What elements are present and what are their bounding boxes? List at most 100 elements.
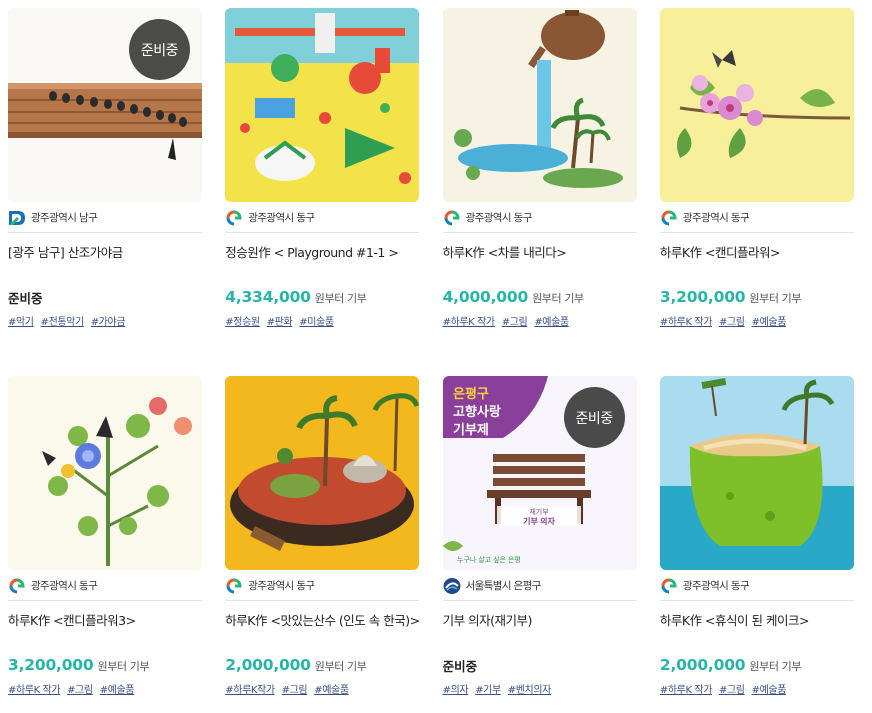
candy-flower-artwork-image <box>659 8 854 202</box>
poster-text-line1: 은평구 <box>453 386 489 401</box>
product-title[interactable]: 하루K作 <맛있는산수 (인도 속 한국)> <box>225 610 419 650</box>
product-title[interactable]: 정승원作 < Playground #1-1 > <box>225 242 419 282</box>
poster-caption-2: 기부 의자 <box>523 516 555 526</box>
product-card[interactable]: 광주광역시 동구 하루K作 <캔디플라워3> 3,200,000 원부터 기부 … <box>8 376 202 713</box>
product-grid: 준비중 광주광역시 남구 [광주 남구] 산조가야금 준비중 #악기 #전통악기… <box>8 8 856 713</box>
price-row: 2,000,000 원부터 기부 <box>225 656 419 678</box>
organization-row: 광주광역시 동구 <box>8 571 202 601</box>
donggu-logo-icon <box>226 577 243 594</box>
tag-list: #하루K 작가 #그림 #예술품 <box>443 313 637 328</box>
product-card[interactable]: 광주광역시 동구 하루K作 <차를 내리다> 4,000,000 원부터 기부 … <box>442 8 637 376</box>
donggu-logo-icon <box>9 577 25 594</box>
tag-link[interactable]: #전통악기 <box>41 313 85 328</box>
status-text: 준비중 <box>442 659 478 674</box>
product-title[interactable]: [광주 남구] 산조가야금 <box>8 242 202 282</box>
product-card[interactable]: 준비중 광주광역시 남구 [광주 남구] 산조가야금 준비중 #악기 #전통악기… <box>8 8 202 376</box>
playground-artwork-image <box>225 8 420 202</box>
organization-name: 광주광역시 동구 <box>248 212 315 224</box>
product-title[interactable]: 하루K作 <휴식이 된 케이크> <box>660 610 854 650</box>
organization-name: 서울특별시 은평구 <box>465 580 542 592</box>
tag-link[interactable]: #미술품 <box>299 313 334 328</box>
price-value: 2,000,000 <box>659 656 746 674</box>
tag-link[interactable]: #하루K 작가 <box>660 681 713 696</box>
tag-link[interactable]: #그림 <box>67 681 93 696</box>
tag-list: #정승원 #판화 #미술품 <box>225 313 419 328</box>
organization-name: 광주광역시 동구 <box>248 580 315 592</box>
tag-link[interactable]: #그림 <box>502 313 528 328</box>
product-card[interactable]: 광주광역시 동구 정승원作 < Playground #1-1 > 4,334,… <box>225 8 420 376</box>
donggu-logo-icon <box>226 209 243 226</box>
organization-name: 광주광역시 남구 <box>31 212 98 224</box>
tag-list: #의자 #기부 #벤치의자 <box>443 681 637 696</box>
eunpyeonggu-logo-icon <box>443 577 461 594</box>
poster-footer: 누구나 살고 싶은 은평 <box>457 555 521 564</box>
tag-link[interactable]: #그림 <box>282 681 308 696</box>
tag-link[interactable]: #예술품 <box>752 681 787 696</box>
price-row: 3,200,000 원부터 기부 <box>660 288 854 310</box>
poster-text-line3: 기부제 <box>453 422 489 437</box>
tag-link[interactable]: #그림 <box>719 681 745 696</box>
cake-rest-artwork-image <box>659 376 854 570</box>
price-value: 4,334,000 <box>225 288 311 306</box>
tag-link[interactable]: #그림 <box>719 313 745 328</box>
candy-flower-3-artwork-image <box>8 376 202 570</box>
delicious-landscape-artwork-image <box>225 376 420 570</box>
tag-list: #하루K 작가 #그림 #예술품 <box>660 681 854 696</box>
tag-link[interactable]: #악기 <box>8 313 34 328</box>
price-row: 4,000,000 원부터 기부 <box>443 288 637 310</box>
tag-list: #하루K 작가 #그림 #예술품 <box>660 313 854 328</box>
product-card[interactable]: 광주광역시 동구 하루K作 <캔디플라워> 3,200,000 원부터 기부 #… <box>659 8 854 376</box>
product-image[interactable]: 준비중 <box>8 8 202 202</box>
tag-link[interactable]: #벤치의자 <box>508 681 552 696</box>
tag-link[interactable]: #하루K 작가 <box>8 681 61 696</box>
organization-row: 광주광역시 동구 <box>442 203 637 233</box>
tag-link[interactable]: #정승원 <box>225 313 260 328</box>
product-title[interactable]: 하루K作 <차를 내리다> <box>443 242 637 282</box>
organization-row: 광주광역시 동구 <box>659 203 854 233</box>
organization-name: 광주광역시 동구 <box>465 212 533 224</box>
product-image[interactable] <box>225 8 420 202</box>
product-card[interactable]: 광주광역시 동구 하루K作 <맛있는산수 (인도 속 한국)> 2,000,00… <box>225 376 420 713</box>
tag-link[interactable]: #예술품 <box>752 313 787 328</box>
price-value: 3,200,000 <box>8 656 94 674</box>
organization-row: 서울특별시 은평구 <box>442 571 637 601</box>
tag-link[interactable]: #의자 <box>443 681 469 696</box>
organization-row: 광주광역시 동구 <box>225 203 420 233</box>
tag-link[interactable]: #판화 <box>267 313 293 328</box>
tag-link[interactable]: #가야금 <box>91 313 126 328</box>
product-image[interactable]: 은평구 고향사랑 기부제 재기부 기부 의자 누구나 살고 싶은 은평 준비중 <box>442 376 637 570</box>
poster-text-line2: 고향사랑 <box>453 404 501 419</box>
product-image[interactable] <box>442 8 637 202</box>
price-suffix: 원부터 기부 <box>749 292 802 305</box>
product-title[interactable]: 하루K作 <캔디플라워3> <box>8 610 202 650</box>
donggu-logo-icon <box>660 209 677 226</box>
price-suffix: 원부터 기부 <box>314 660 367 673</box>
tag-link[interactable]: #기부 <box>475 681 501 696</box>
tag-link[interactable]: #하루K 작가 <box>660 313 713 328</box>
preparing-badge: 준비중 <box>563 387 625 448</box>
product-image[interactable] <box>659 376 854 570</box>
price-value: 4,000,000 <box>442 288 529 306</box>
tag-link[interactable]: #예술품 <box>100 681 135 696</box>
product-title[interactable]: 기부 의자(재기부) <box>443 610 637 650</box>
namgu-logo-icon <box>9 210 25 225</box>
tag-link[interactable]: #하루K 작가 <box>443 313 496 328</box>
price-suffix: 원부터 기부 <box>97 660 150 673</box>
product-card[interactable]: 은평구 고향사랑 기부제 재기부 기부 의자 누구나 살고 싶은 은평 준비중 <box>442 376 637 713</box>
product-card[interactable]: 광주광역시 동구 하루K作 <휴식이 된 케이크> 2,000,000 원부터 … <box>659 376 854 713</box>
tag-link[interactable]: #예술품 <box>314 681 349 696</box>
product-image[interactable] <box>659 8 854 202</box>
tag-link[interactable]: #하루K작가 <box>225 681 275 696</box>
tag-list: #악기 #전통악기 #가야금 <box>8 313 202 328</box>
organization-row: 광주광역시 동구 <box>659 571 854 601</box>
tag-link[interactable]: #예술품 <box>534 313 569 328</box>
price-suffix: 원부터 기부 <box>749 660 802 673</box>
organization-row: 광주광역시 동구 <box>225 571 420 601</box>
product-image[interactable] <box>8 376 202 570</box>
product-image[interactable] <box>225 376 420 570</box>
product-title[interactable]: 하루K作 <캔디플라워> <box>660 242 854 282</box>
teapot-artwork-image <box>442 8 637 202</box>
price-row: 2,000,000 원부터 기부 <box>660 656 854 678</box>
poster-caption-1: 재기부 <box>529 507 549 516</box>
organization-name: 광주광역시 동구 <box>682 580 750 592</box>
